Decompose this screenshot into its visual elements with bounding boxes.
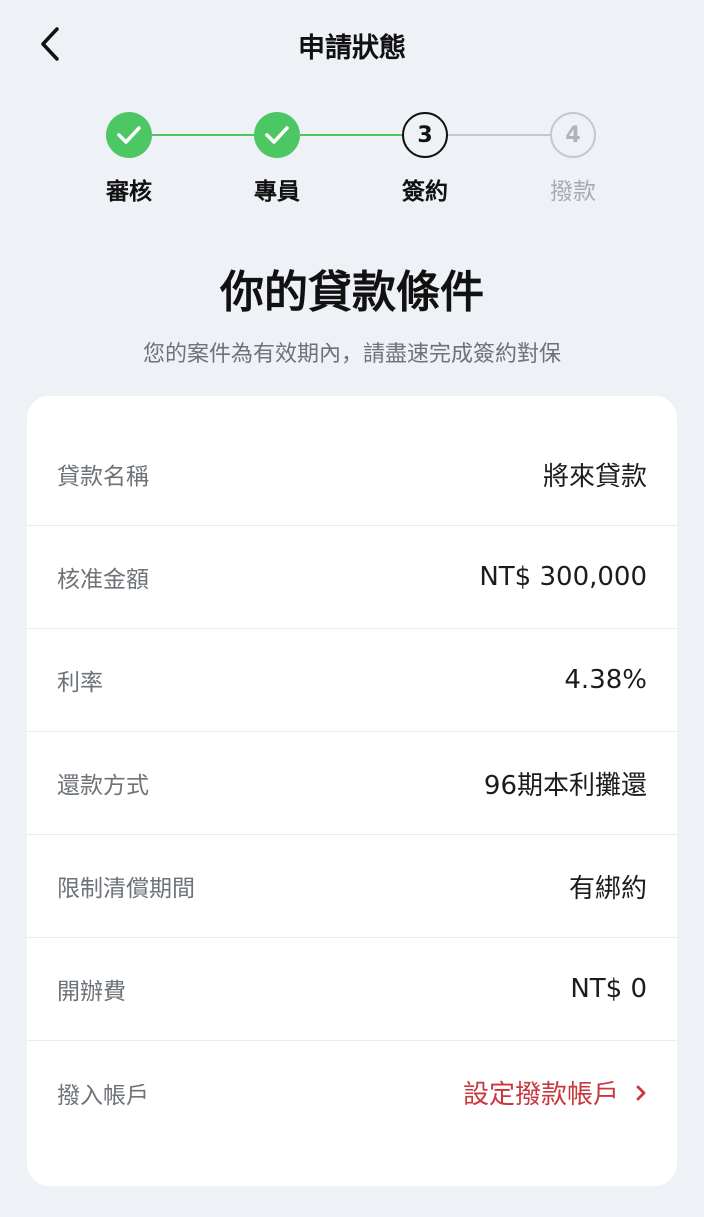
detail-value: 有綁約	[568, 873, 647, 904]
detail-label: 撥入帳戶	[57, 1082, 149, 1109]
step-label: 簽約	[402, 179, 448, 205]
detail-value: 96期本利攤還	[483, 770, 647, 801]
detail-label: 開辦費	[57, 979, 126, 1005]
detail-row-loan-name: 貸款名稱 將來貸款	[27, 423, 677, 526]
detail-row-setup-fee: 開辦費 NT$ 0	[27, 938, 677, 1041]
detail-value: 將來貸款	[542, 461, 647, 492]
step-specialist: 專員	[217, 112, 337, 206]
step-signing: 3 簽約	[365, 112, 485, 206]
check-icon	[265, 126, 289, 144]
detail-label: 限制清償期間	[57, 876, 195, 902]
set-disbursement-account-link[interactable]: 設定撥款帳戶	[463, 1074, 647, 1111]
chevron-right-icon	[635, 1084, 647, 1102]
step-complete-circle	[254, 112, 300, 158]
step-current-circle: 3	[402, 112, 448, 158]
step-review: 審核	[69, 112, 189, 206]
step-label: 審核	[106, 179, 152, 205]
progress-stepper: 審核 專員 3 簽約 4 撥款	[0, 112, 704, 212]
detail-label: 利率	[57, 670, 103, 696]
loan-terms-title: 你的貸款條件	[220, 267, 484, 318]
detail-row-repayment-method: 還款方式 96期本利攤還	[27, 732, 677, 835]
loan-terms-subtitle: 您的案件為有效期內，請盡速完成簽約對保	[142, 342, 561, 367]
loan-terms-card: 貸款名稱 將來貸款 核准金額 NT$ 300,000 利率 4.38% 還款方式…	[27, 396, 677, 1186]
detail-label: 還款方式	[57, 773, 149, 799]
detail-row-interest-rate: 利率 4.38%	[27, 629, 677, 732]
detail-row-approved-amount: 核准金額 NT$ 300,000	[27, 526, 677, 629]
link-label: 設定撥款帳戶	[462, 1080, 619, 1110]
detail-value: 4.38%	[564, 665, 647, 695]
detail-label: 核准金額	[57, 567, 149, 593]
detail-row-early-repayment-restriction: 限制清償期間 有綁約	[27, 835, 677, 938]
detail-value: NT$ 0	[570, 974, 647, 1004]
check-icon	[117, 126, 141, 144]
step-complete-circle	[106, 112, 152, 158]
header: 申請狀態	[0, 0, 704, 88]
loan-status-page: 申請狀態 審核 專員 3 簽約 4 撥款 你的貸款條件 您的案件為有效期內，請盡…	[0, 0, 704, 1217]
detail-row-deposit-account: 撥入帳戶 設定撥款帳戶	[27, 1041, 677, 1144]
step-disbursement: 4 撥款	[513, 112, 633, 206]
step-label: 專員	[254, 179, 300, 205]
step-label: 撥款	[550, 179, 596, 205]
page-title: 申請狀態	[298, 33, 406, 64]
detail-value: NT$ 300,000	[479, 562, 647, 592]
detail-label: 貸款名稱	[57, 464, 149, 490]
step-pending-circle: 4	[550, 112, 596, 158]
